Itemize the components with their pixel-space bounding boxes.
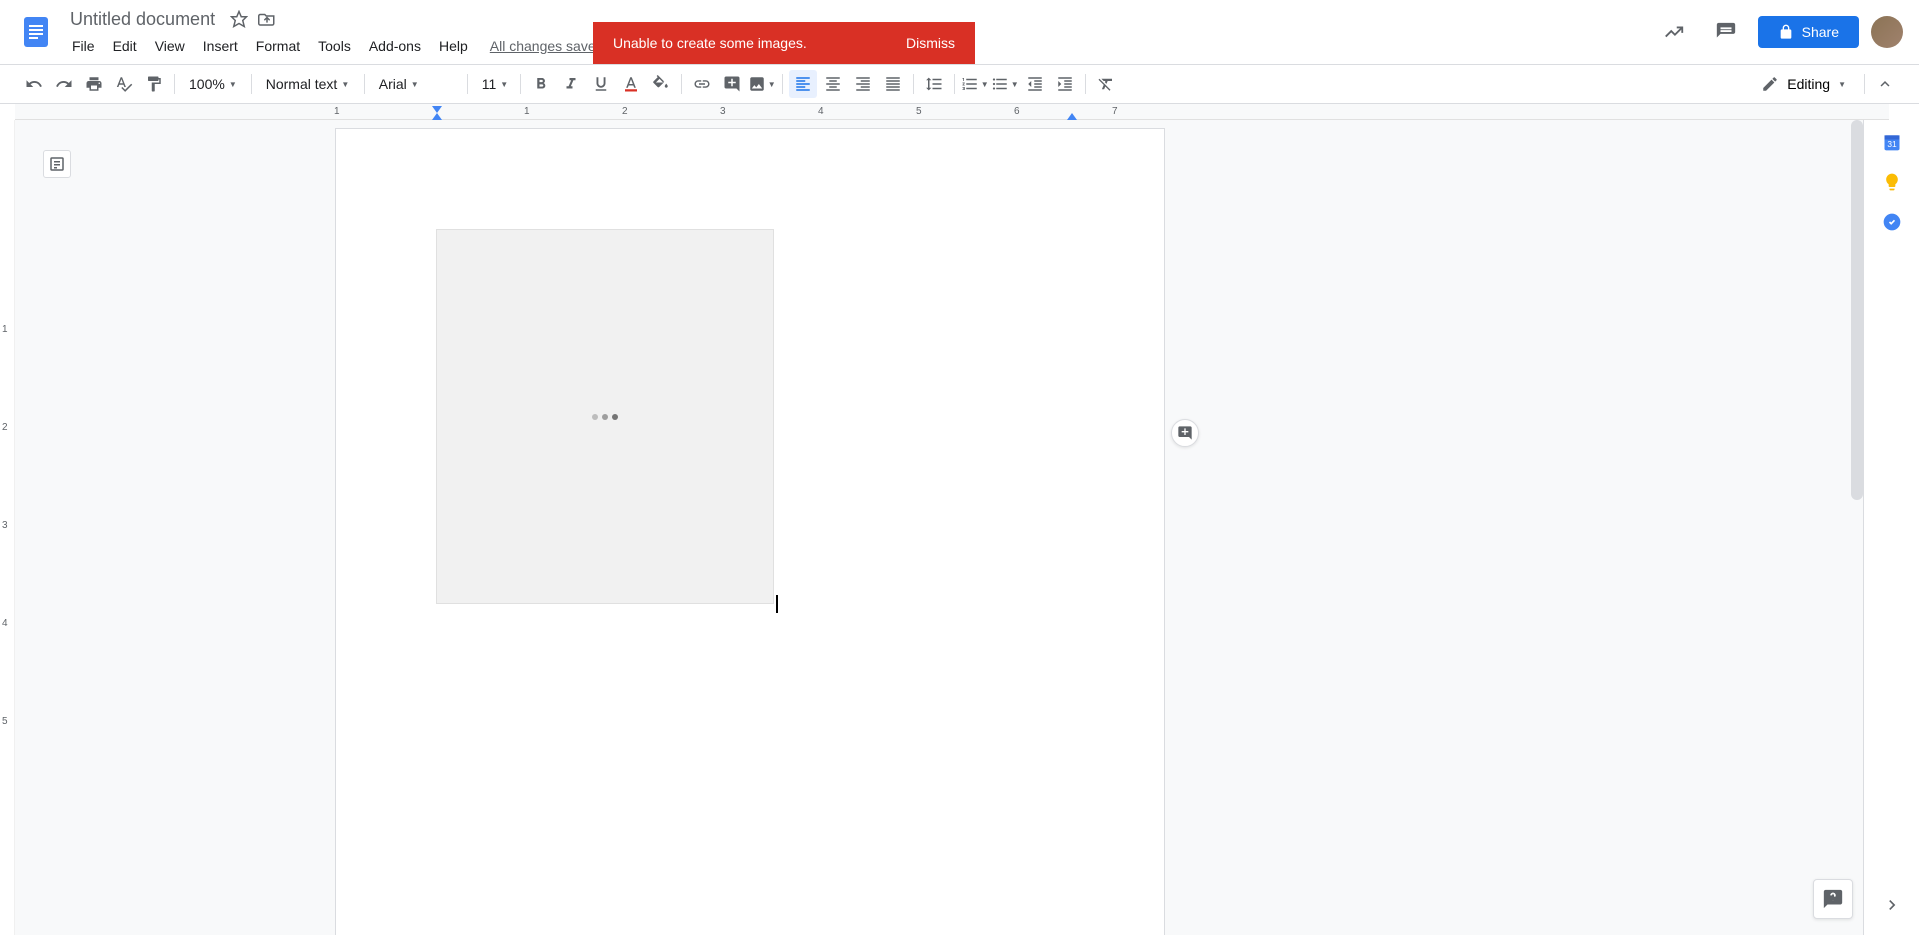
toolbar-separator <box>1085 74 1086 94</box>
chevron-down-icon: ▼ <box>981 80 989 89</box>
menu-format[interactable]: Format <box>248 34 308 58</box>
share-label: Share <box>1802 24 1839 40</box>
header-right: Share <box>1654 12 1903 52</box>
hide-side-panel-icon[interactable] <box>1882 895 1902 915</box>
toolbar-separator <box>913 74 914 94</box>
document-page[interactable] <box>335 128 1165 935</box>
explore-button[interactable] <box>1813 879 1853 919</box>
chevron-down-icon: ▼ <box>500 80 508 89</box>
zoom-dropdown[interactable]: 100%▼ <box>181 72 245 96</box>
increase-indent-icon[interactable] <box>1051 70 1079 98</box>
font-size-dropdown[interactable]: 11▼ <box>474 72 514 96</box>
document-title[interactable]: Untitled document <box>64 7 221 32</box>
toolbar-separator <box>251 74 252 94</box>
menu-addons[interactable]: Add-ons <box>361 34 429 58</box>
move-to-folder-icon[interactable] <box>257 9 277 29</box>
align-justify-icon[interactable] <box>879 70 907 98</box>
text-color-icon[interactable] <box>617 70 645 98</box>
user-avatar[interactable] <box>1871 16 1903 48</box>
align-right-icon[interactable] <box>849 70 877 98</box>
chevron-down-icon: ▼ <box>1838 80 1846 89</box>
spellcheck-icon[interactable] <box>110 70 138 98</box>
vertical-scrollbar[interactable] <box>1851 120 1863 500</box>
share-button[interactable]: Share <box>1758 16 1859 48</box>
toolbar-separator <box>174 74 175 94</box>
editing-mode-dropdown[interactable]: Editing ▼ <box>1749 71 1858 97</box>
menu-view[interactable]: View <box>147 34 193 58</box>
add-comment-button[interactable] <box>1171 419 1199 447</box>
menu-bar: File Edit View Insert Format Tools Add-o… <box>64 34 607 58</box>
insert-link-icon[interactable] <box>688 70 716 98</box>
paint-format-icon[interactable] <box>140 70 168 98</box>
toolbar-separator <box>782 74 783 94</box>
bulleted-list-icon[interactable]: ▼ <box>991 70 1019 98</box>
toolbar: 100%▼ Normal text▼ Arial▼ 11▼ ▼ ▼ ▼ Edit… <box>0 64 1919 104</box>
print-icon[interactable] <box>80 70 108 98</box>
side-panel: 31 <box>1863 120 1919 935</box>
add-comment-icon[interactable] <box>718 70 746 98</box>
chevron-down-icon: ▼ <box>411 80 419 89</box>
numbered-list-icon[interactable]: ▼ <box>961 70 989 98</box>
svg-text:31: 31 <box>1887 139 1897 149</box>
chevron-down-icon: ▼ <box>341 80 349 89</box>
image-placeholder-loading <box>436 229 774 604</box>
keep-icon[interactable] <box>1882 172 1902 192</box>
insert-image-icon[interactable]: ▼ <box>748 70 776 98</box>
vertical-ruler[interactable]: 1 2 3 4 5 <box>0 120 15 935</box>
save-status[interactable]: All changes saved <box>486 34 608 58</box>
paragraph-style-dropdown[interactable]: Normal text▼ <box>258 72 358 96</box>
toolbar-separator <box>364 74 365 94</box>
document-canvas[interactable] <box>15 120 1863 935</box>
title-menu-area: Untitled document File Edit View Insert … <box>64 7 607 58</box>
calendar-icon[interactable]: 31 <box>1882 132 1902 152</box>
ruler-right-indent-marker[interactable] <box>1067 113 1077 120</box>
title-row: Untitled document <box>64 7 607 32</box>
menu-insert[interactable]: Insert <box>195 34 246 58</box>
error-message: Unable to create some images. <box>613 35 807 51</box>
underline-icon[interactable] <box>587 70 615 98</box>
loading-dots-icon <box>592 414 618 420</box>
chevron-down-icon: ▼ <box>1011 80 1019 89</box>
dismiss-button[interactable]: Dismiss <box>906 35 955 51</box>
italic-icon[interactable] <box>557 70 585 98</box>
bold-icon[interactable] <box>527 70 555 98</box>
undo-icon[interactable] <box>20 70 48 98</box>
comments-icon[interactable] <box>1706 12 1746 52</box>
line-spacing-icon[interactable] <box>920 70 948 98</box>
error-toast: Unable to create some images. Dismiss <box>593 22 975 64</box>
decrease-indent-icon[interactable] <box>1021 70 1049 98</box>
star-icon[interactable] <box>229 9 249 29</box>
highlight-color-icon[interactable] <box>647 70 675 98</box>
font-dropdown[interactable]: Arial▼ <box>371 72 461 96</box>
chevron-down-icon: ▼ <box>229 80 237 89</box>
clear-formatting-icon[interactable] <box>1092 70 1120 98</box>
docs-logo-icon[interactable] <box>16 12 56 52</box>
menu-edit[interactable]: Edit <box>105 34 145 58</box>
collapse-toolbar-icon[interactable] <box>1871 70 1899 98</box>
activity-icon[interactable] <box>1654 12 1694 52</box>
menu-file[interactable]: File <box>64 34 103 58</box>
horizontal-ruler[interactable]: 1 1 2 3 4 5 6 7 <box>15 104 1889 120</box>
align-center-icon[interactable] <box>819 70 847 98</box>
document-outline-icon[interactable] <box>43 150 71 178</box>
toolbar-separator <box>1864 74 1865 94</box>
toolbar-separator <box>467 74 468 94</box>
toolbar-separator <box>681 74 682 94</box>
text-cursor <box>776 595 778 613</box>
chevron-down-icon: ▼ <box>768 80 776 89</box>
menu-tools[interactable]: Tools <box>310 34 359 58</box>
menu-help[interactable]: Help <box>431 34 476 58</box>
content-wrapper: 1 2 3 4 5 31 <box>0 120 1919 935</box>
toolbar-separator <box>520 74 521 94</box>
align-left-icon[interactable] <box>789 70 817 98</box>
redo-icon[interactable] <box>50 70 78 98</box>
ruler-left-indent-marker[interactable] <box>432 113 442 120</box>
tasks-icon[interactable] <box>1882 212 1902 232</box>
toolbar-separator <box>954 74 955 94</box>
ruler-first-line-indent-marker[interactable] <box>432 106 442 113</box>
